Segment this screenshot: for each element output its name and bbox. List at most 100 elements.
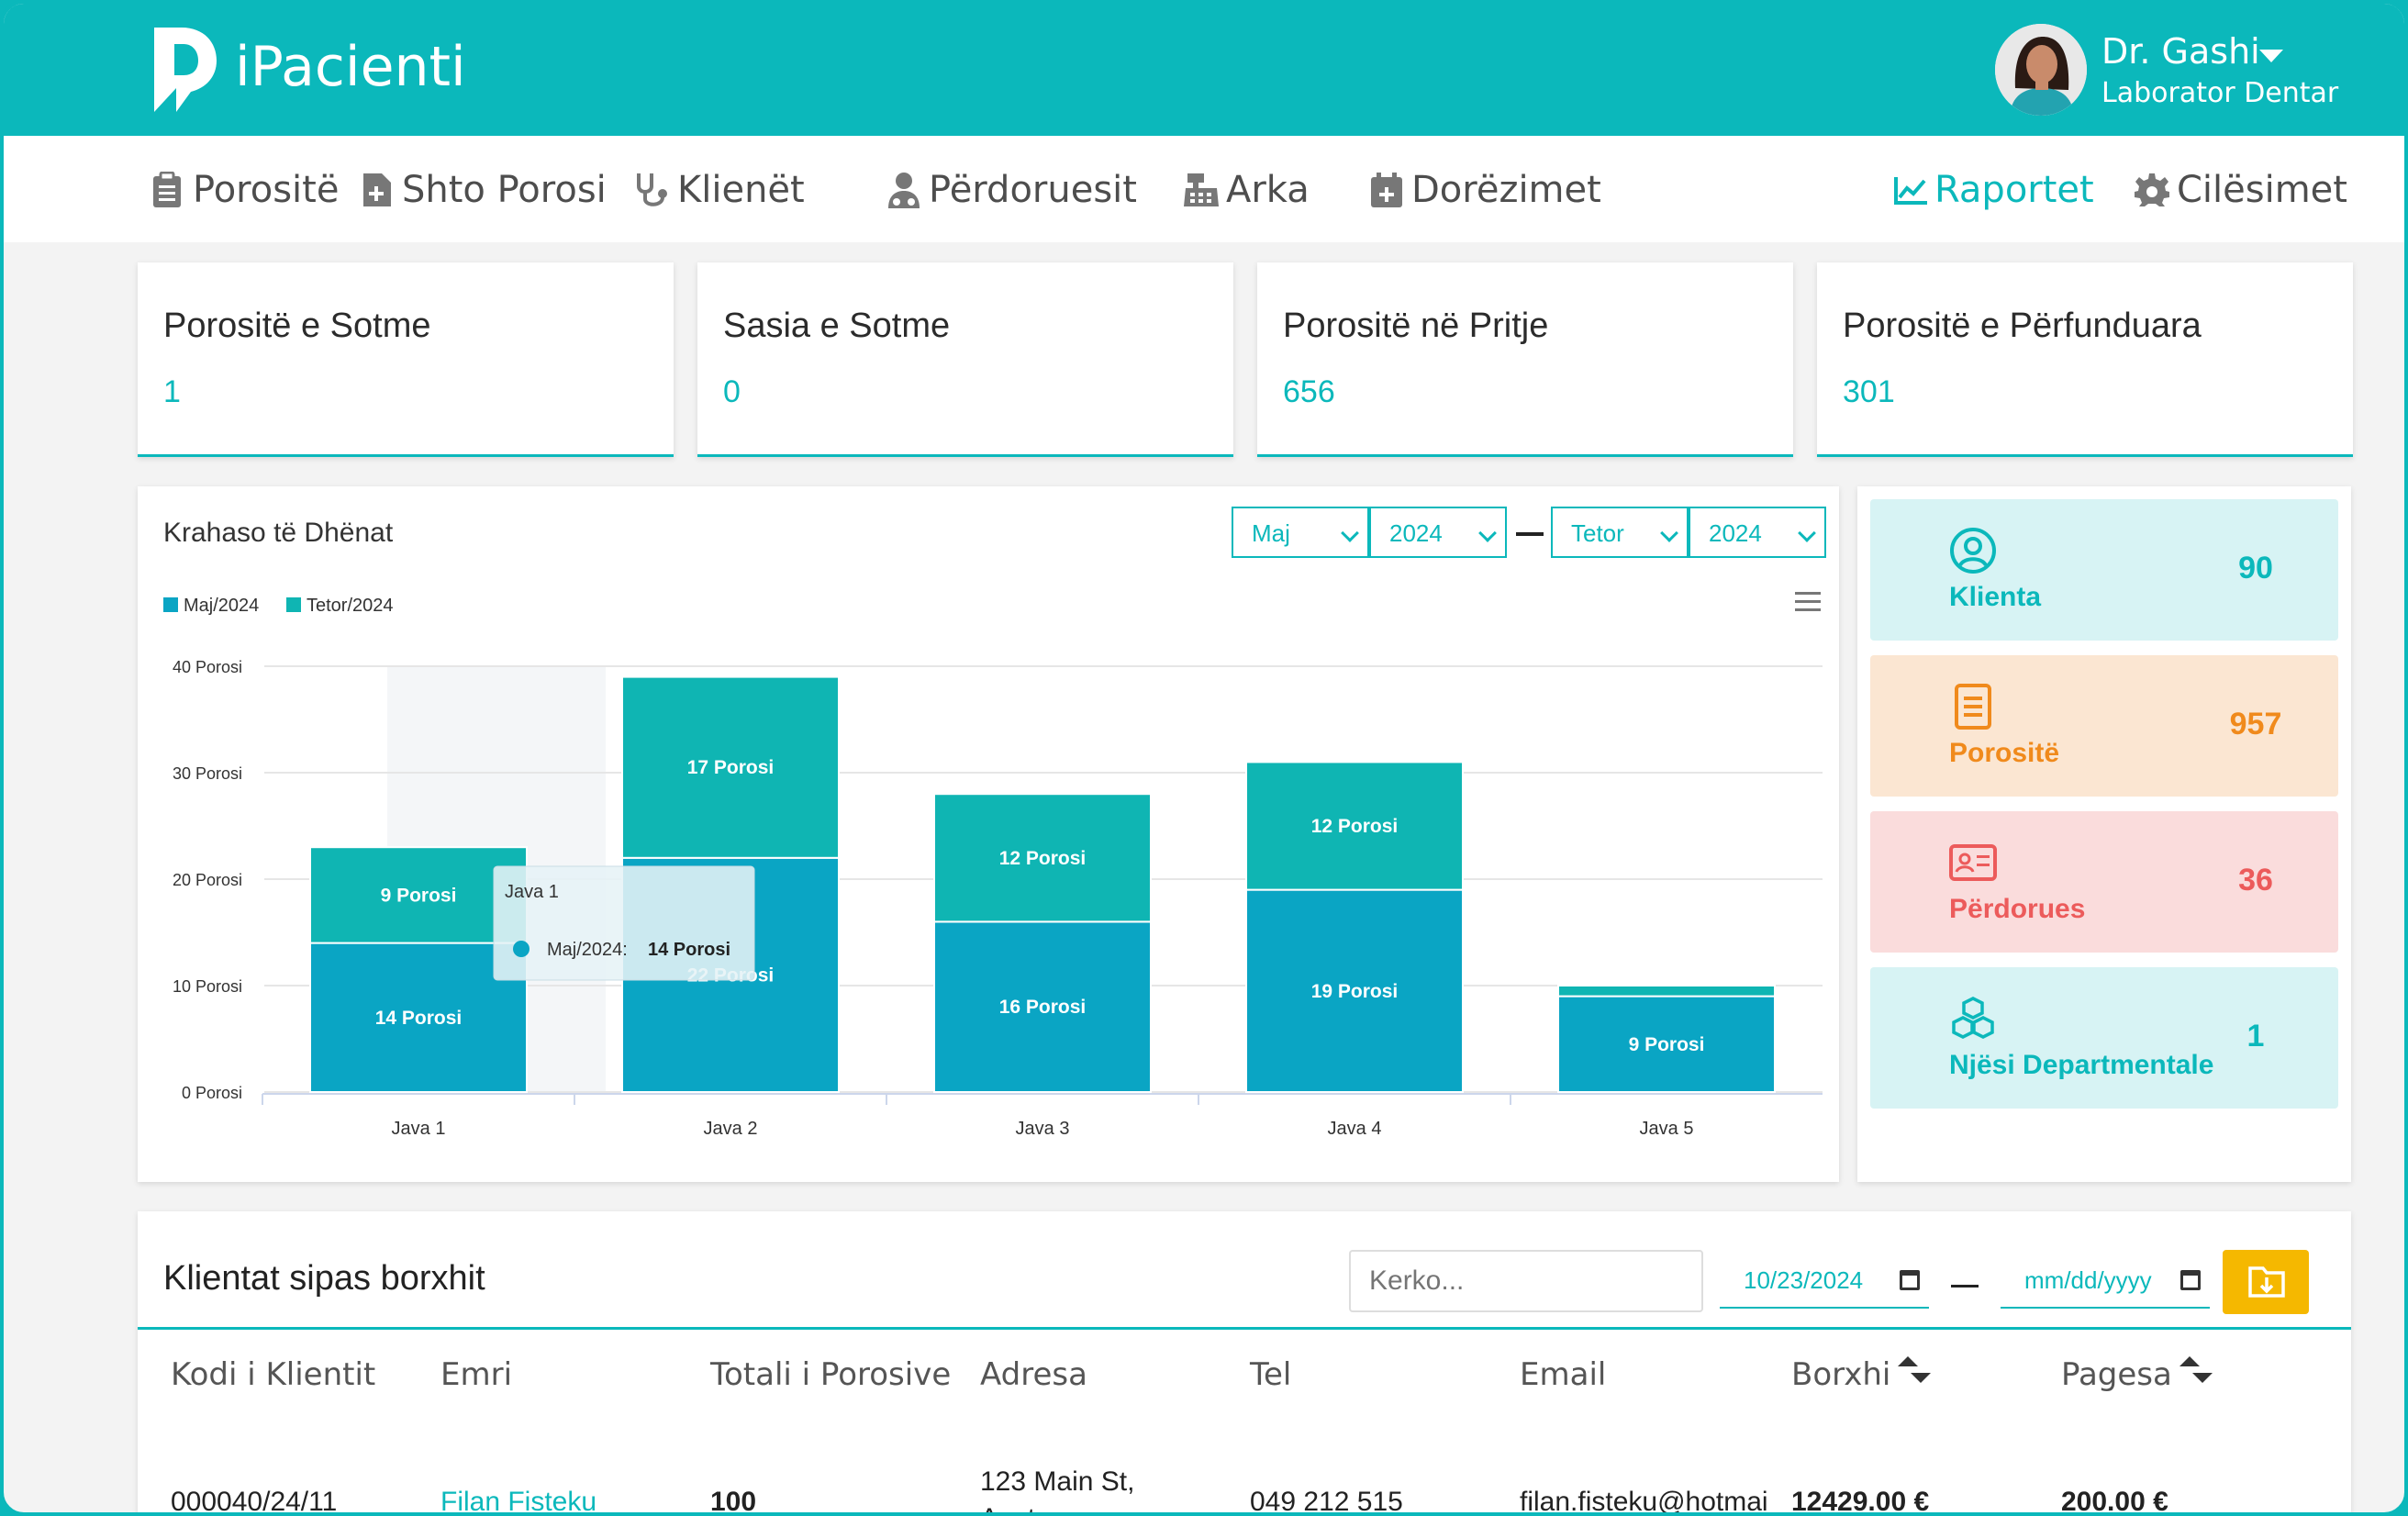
stethoscope-icon — [637, 173, 667, 206]
user-name[interactable]: Dr. Gashi — [2101, 31, 2260, 72]
col-header-totali[interactable]: Totali i Porosive — [710, 1356, 951, 1393]
stat-card-porosite-perfunduara: Porositë e Përfunduara 301 — [1817, 262, 2353, 457]
sort-icon[interactable] — [2179, 1356, 2213, 1384]
from-month-select[interactable]: Maj — [1232, 507, 1369, 558]
table-header-rule — [138, 1327, 2351, 1330]
nav-item-shto-porosi[interactable]: Shto Porosi — [360, 169, 607, 211]
bar-data-label: 9 Porosi — [1629, 1034, 1705, 1055]
nav-label: Arka — [1226, 169, 1310, 211]
file-plus-icon — [363, 173, 391, 206]
stat-title: Porositë në Pritje — [1283, 307, 1549, 345]
chevron-down-icon[interactable] — [2259, 50, 2283, 62]
x-tick-label: Java 3 — [1016, 1119, 1070, 1139]
col-header-emri[interactable]: Emri — [440, 1356, 512, 1393]
doctor-avatar-icon — [1995, 24, 2087, 116]
col-header-tel[interactable]: Tel — [1250, 1356, 1291, 1393]
stat-value: 301 — [1843, 374, 1895, 409]
nav-label: Dorëzimet — [1411, 169, 1601, 211]
bar-data-label: 9 Porosi — [381, 885, 457, 906]
cell-total: 100 — [710, 1487, 757, 1516]
date-separator — [1951, 1285, 1979, 1287]
tooltip-title: Java 1 — [505, 882, 559, 902]
from-year-select[interactable]: 2024 — [1369, 507, 1507, 558]
cell-address-line2: Anytown — [980, 1503, 1086, 1512]
date-from-value: 10/23/2024 — [1744, 1266, 1864, 1294]
side-card-label: Përdorues — [1949, 894, 2086, 924]
nav-item-dorezimet[interactable]: Dorëzimet — [1369, 169, 1601, 211]
nav-item-cilesimet[interactable]: Cilësimet — [2135, 169, 2347, 211]
col-header-kodi[interactable]: Kodi i Klientit — [171, 1356, 375, 1393]
bar-data-label: 12 Porosi — [999, 848, 1087, 869]
stat-title: Porositë e Përfunduara — [1843, 307, 2202, 345]
search-input[interactable] — [1349, 1250, 1703, 1312]
nav-item-klienet[interactable]: Klienët — [635, 169, 805, 211]
to-month-select[interactable]: Tetor — [1551, 507, 1689, 558]
bar-data-label: 19 Porosi — [1311, 981, 1399, 1002]
side-card-value: 1 — [2246, 1019, 2265, 1053]
hamburger-menu-icon[interactable] — [1795, 592, 1821, 617]
nav-label: Raportet — [1934, 169, 2094, 211]
side-card-perdorues[interactable]: Përdorues 36 — [1870, 811, 2338, 953]
sort-icon[interactable] — [1898, 1356, 1932, 1384]
stat-value: 1 — [163, 374, 181, 409]
date-to-value: mm/dd/yyyy — [2024, 1266, 2152, 1294]
bar-data-label: 16 Porosi — [999, 997, 1087, 1018]
bar-data-label: 17 Porosi — [687, 757, 775, 778]
col-header-label: Borxhi — [1791, 1356, 1891, 1393]
col-header-email[interactable]: Email — [1520, 1356, 1606, 1393]
side-card-label: Klienta — [1949, 582, 2042, 612]
compare-chart-panel: 0 Porosi 10 Porosi 20 Porosi 30 Porosi 40 Po… — [138, 486, 1839, 1182]
tooltip-series: Maj/2024: — [547, 940, 628, 960]
x-tick-label: Java 5 — [1640, 1119, 1694, 1139]
date-from-input[interactable]: 10/23/2024 — [1720, 1257, 1929, 1309]
app-name: iPacienti — [235, 35, 466, 99]
date-to-input[interactable]: mm/dd/yyyy — [2001, 1257, 2210, 1309]
legend-label: Maj/2024 — [184, 596, 259, 616]
chart-title: Krahaso të Dhënat — [163, 518, 394, 548]
calendar-plus-icon — [1371, 173, 1402, 207]
nav-item-perdoruesit[interactable]: Përdoruesit — [886, 169, 1137, 211]
side-card-label: Njësi Departmentale — [1949, 1050, 2214, 1080]
side-card-value: 36 — [2238, 863, 2273, 897]
nav-label: Shto Porosi — [402, 169, 607, 211]
stat-card-sasia-sotme: Sasia e Sotme 0 — [697, 262, 1233, 457]
legend-swatch — [163, 597, 178, 612]
users-icon — [888, 173, 920, 208]
y-tick-label: 10 Porosi — [173, 977, 242, 996]
calendar-icon[interactable] — [1900, 1270, 1920, 1290]
stat-title: Sasia e Sotme — [723, 307, 951, 345]
cell-tel: 049 212 515 — [1250, 1487, 1403, 1516]
col-header-pagesa[interactable]: Pagesa — [2061, 1356, 2213, 1393]
bar-segment — [1557, 985, 1776, 998]
cash-register-icon — [1184, 173, 1219, 206]
top-bar: iPacienti Dr. Gashi Laborator Dentar — [4, 4, 2404, 136]
nav-label: Porositë — [193, 169, 340, 211]
nav-label: Përdoruesit — [929, 169, 1137, 211]
col-header-adresa[interactable]: Adresa — [980, 1356, 1087, 1393]
app-logo-icon[interactable] — [149, 24, 220, 116]
side-card-porosite[interactable]: Porositë 957 — [1870, 655, 2338, 797]
side-card-label: Porositë — [1949, 738, 2060, 768]
x-tick-label: Java 4 — [1328, 1119, 1382, 1139]
client-name-link[interactable]: Filan Fisteku — [440, 1487, 596, 1512]
col-header-borxhi[interactable]: Borxhi — [1791, 1356, 1932, 1393]
nav-item-porosite[interactable]: Porositë — [150, 169, 339, 211]
x-tick-label: Java 2 — [704, 1119, 758, 1139]
export-button[interactable] — [2223, 1250, 2309, 1314]
nav-item-arka[interactable]: Arka — [1184, 169, 1310, 211]
table-title: Klientat sipas borxhit — [163, 1259, 485, 1298]
calendar-icon[interactable] — [2180, 1270, 2201, 1290]
to-year-select[interactable]: 2024 — [1689, 507, 1826, 558]
folder-download-icon — [2248, 1266, 2285, 1298]
nav-label: Klienët — [677, 169, 805, 211]
stat-title: Porositë e Sotme — [163, 307, 431, 345]
summary-panel: Klienta 90 Porositë 957 Përdorues 36 Një… — [1857, 486, 2351, 1182]
cell-code: 000040/24/11 — [171, 1487, 338, 1516]
user-circle-icon — [1950, 528, 1996, 574]
y-tick-label: 30 Porosi — [173, 764, 242, 783]
side-card-klienta[interactable]: Klienta 90 — [1870, 499, 2338, 641]
app-window: iPacienti Dr. Gashi Laborator Dentar Por… — [0, 0, 2408, 1516]
nav-item-raportet[interactable]: Raportet — [1892, 169, 2094, 211]
side-card-njesi-departmentale[interactable]: Njësi Departmentale 1 — [1870, 967, 2338, 1109]
avatar[interactable] — [1995, 24, 2087, 116]
